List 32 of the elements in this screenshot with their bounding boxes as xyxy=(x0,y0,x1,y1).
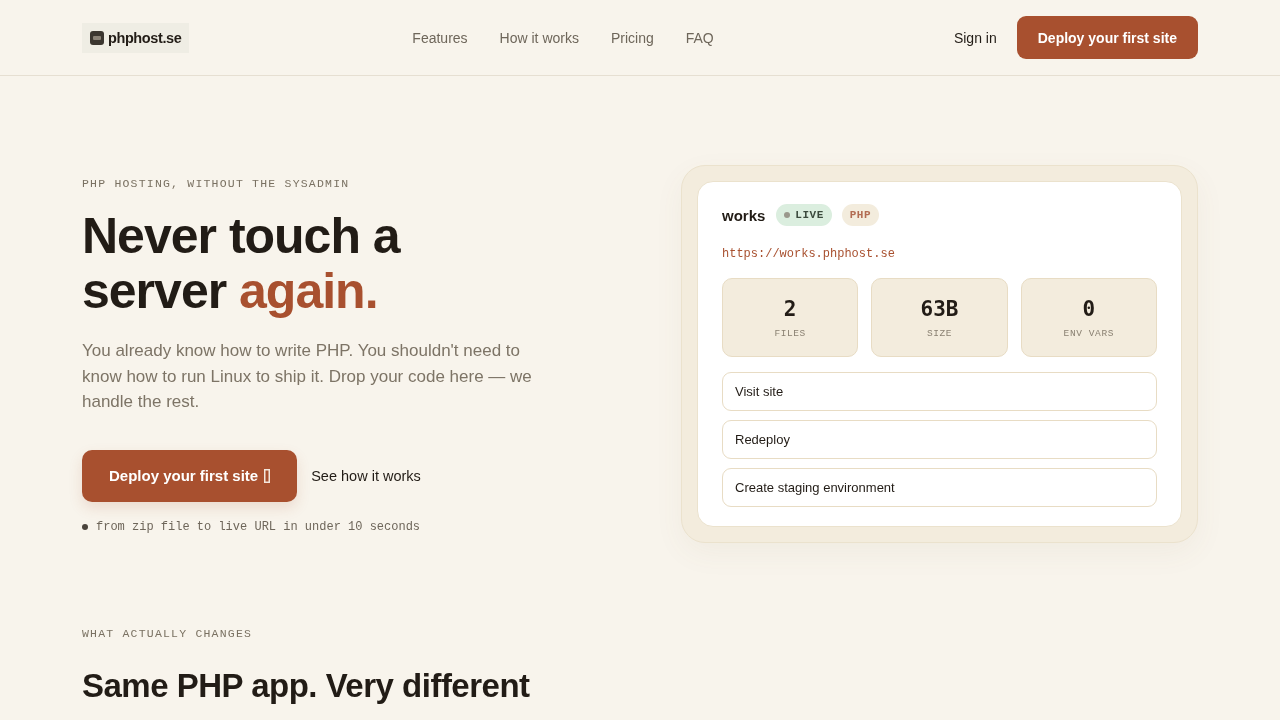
stat-value: 2 xyxy=(783,296,797,321)
rectangle-icon xyxy=(264,468,271,483)
stat-label: FILES xyxy=(774,327,806,339)
stat-label: SIZE xyxy=(926,327,953,339)
deploy-button[interactable]: Deploy your first site xyxy=(82,449,298,502)
subtitle-text: You already know how to write PHP. You shouldn't need to know how to run Linux to ship it. Drop your code here — we handle the rest. xyxy=(82,340,533,413)
action-button[interactable]: Visit site xyxy=(722,372,1157,411)
nav-link[interactable]: How it works xyxy=(499,29,579,46)
nav-link[interactable]: FAQ xyxy=(685,29,714,46)
sign-in-link[interactable]: Sign in xyxy=(953,29,997,46)
bullet-icon xyxy=(82,523,88,530)
note-text: from zip file to live URL in under 10 seconds xyxy=(96,519,421,534)
site-url-link[interactable]: https://works.phphost.se xyxy=(722,247,1157,261)
language-badge: PHP xyxy=(841,204,880,226)
action-button[interactable]: Redeploy xyxy=(722,420,1157,459)
see-how-it-works-link[interactable]: See how it works xyxy=(311,467,421,484)
section-title: Same PHP app. Very different xyxy=(82,667,531,705)
status-dot-icon xyxy=(784,212,791,218)
eyebrow-text: PHP HOSTING, WITHOUT THE SYSADMIN xyxy=(82,177,351,190)
stat-value: 0 xyxy=(1082,296,1096,321)
logo-icon xyxy=(90,30,104,45)
eyebrow-text: WHAT ACTUALLY CHANGES xyxy=(82,627,254,640)
nav-link[interactable]: Features xyxy=(412,29,468,46)
status-badge: LIVE xyxy=(776,204,832,226)
deploy-button[interactable]: Deploy your first site xyxy=(1016,16,1198,59)
nav-link[interactable]: Pricing xyxy=(610,29,654,46)
site-name: works xyxy=(722,206,766,224)
action-button[interactable]: Create staging environment xyxy=(722,468,1157,507)
headline: Never touch a server again. xyxy=(82,209,402,319)
stat-label: ENV VARS xyxy=(1063,327,1115,339)
stat-value: 63B xyxy=(920,296,959,321)
logo-link[interactable]: phphost.se xyxy=(82,22,190,53)
